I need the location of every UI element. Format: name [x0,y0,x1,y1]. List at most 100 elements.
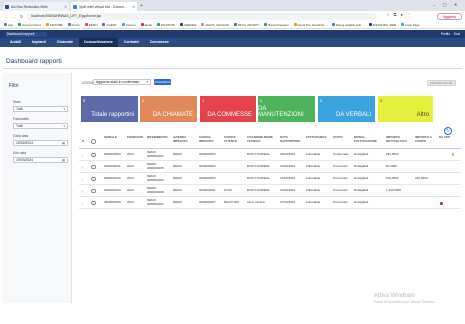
stato-filter-select[interactable]: Tutti ▾ [13,106,68,112]
bookmark-item[interactable]: App [4,23,13,27]
close-window-icon[interactable]: ✕ [454,2,457,7]
column-header[interactable]: MODAL. FATTURAZIONE [354,135,385,143]
bookmark-item[interactable]: Email [140,23,152,27]
bookmark-item[interactable]: Login Page [400,23,420,27]
azione-select[interactable]: Aggiorna stato in confermato ▾ [93,79,151,85]
refresh-icon[interactable]: ↻ [444,127,452,135]
calendar-icon[interactable]: ▦ [62,158,65,164]
pdf-icon[interactable] [440,202,443,205]
expand-row-icon[interactable]: › [82,201,83,205]
star-icon[interactable]: ☆ [386,12,390,17]
logout-link[interactable]: Esci [454,32,460,36]
column-header[interactable]: CODICE CLIENTE [224,135,246,143]
summary-tile[interactable]: 5 Totale rapportini [81,96,138,122]
cell-cliente: BALDI SRL [224,200,240,204]
close-icon[interactable]: ✕ [64,5,67,9]
column-header[interactable]: FATTURABILE [306,135,332,140]
profile-link[interactable]: Profilo [441,32,450,36]
close-icon[interactable]: ✕ [132,5,135,9]
summary-tile[interactable]: 4 DA CHIAMATE [140,96,197,122]
alla-data-input[interactable]: 19/03/2024 ▦ [13,157,68,163]
nav-item[interactable]: Commesse [145,38,174,47]
column-header[interactable]: DATA RAPPORTINO [280,135,305,143]
summary-tile[interactable]: 0 DA VERBALI [318,96,375,122]
cell-azienda: DEMO [173,152,182,156]
select-all-checkbox[interactable] [91,139,96,144]
nav-item[interactable]: Anibili [5,38,26,47]
bookmark-item[interactable]: AZIENDA [179,23,196,27]
nav-item[interactable]: Chiamate [52,38,78,47]
extensions-icon[interactable]: ⧉ [394,12,397,17]
row-select-radio[interactable] [91,176,96,181]
aggiorna-button[interactable]: AGGIORNA [154,79,171,85]
expand-row-icon[interactable]: › [82,177,83,181]
cell-cliente: AYSU [224,188,232,192]
bookmark-item[interactable]: DEMO [84,22,98,27]
row-select-radio[interactable] [91,188,96,193]
bookmark-item[interactable]: Account Client [18,23,41,27]
row-select-radio[interactable] [91,152,96,157]
fatturabile-filter-select[interactable]: Tutti ▾ [13,123,68,129]
reload-icon[interactable]: ↻ [20,14,23,19]
forward-icon[interactable]: → [12,14,16,19]
table-row[interactable]: › 0000000003 2024 DEMO 0000000007 DEMO 0000000… [79,149,461,161]
url-input[interactable]: localhost:8080/AHRWAS_UFT_E/jsp/home.jsp [27,12,377,20]
bookmark-item[interactable]: CLIENT [102,23,117,27]
column-header[interactable]: ESERCIZIO [127,135,146,140]
profile-icon[interactable]: ● [400,12,402,17]
bookmark-item[interactable]: Forms [67,23,80,27]
column-header[interactable]: IMPORTO A CORPO [415,135,438,143]
table-row[interactable]: › 0000000043 2024 DEMO 0000000006 DEMO 0000000… [79,185,461,197]
bookmark-item[interactable]: Banca Pasquini [264,23,289,27]
nav-item[interactable]: Consuntivazione [78,38,118,47]
nav-item[interactable]: Contratti [119,38,144,47]
bookmark-item[interactable]: ADHOCIRS_WEB [368,23,396,27]
sort-icon[interactable]: ⇅ [82,139,85,144]
cell-azienda: DEMO [173,188,182,192]
column-header[interactable]: RIFERIMENTO [147,135,172,140]
calendar-icon[interactable]: ▦ [62,141,65,147]
bookmark-label: DEMO [88,22,98,27]
bookmark-item[interactable]: Debug variabili glob... [331,23,364,27]
table-row[interactable]: › 4000000008 2024 DEMO 0000000004 DEMO 0000000… [79,197,461,209]
column-header[interactable]: DA APP [439,135,459,140]
bookmark-item[interactable]: AGIOS_SALVIANI [201,23,229,27]
column-header[interactable]: STATO [333,135,353,140]
nav-item[interactable]: Impianti [27,38,51,47]
table-row[interactable]: › 0000000042 2024 DEMO 0000000005 DEMO 0000000… [79,173,461,185]
column-header[interactable]: AZIENDA IMPIANTO [173,135,198,143]
dalla-data-input[interactable]: 19/02/2024 ▦ [13,140,68,146]
tile-count: 5 [83,98,86,103]
table-row[interactable]: › 0000000041 2024 DEMO 0000000005 DEMO 0000000… [79,161,461,173]
expand-row-icon[interactable]: › [82,153,83,157]
summary-tile[interactable]: 0 Altro [378,96,433,122]
new-tab-icon[interactable]: + [140,3,143,9]
summary-tile[interactable]: 0 DA MANUTENZIONI [258,96,315,122]
column-header[interactable]: SERIALE [104,135,126,140]
maximize-icon[interactable]: ▢ [443,2,447,7]
bookmark-item[interactable]: INCONTRI [156,23,175,27]
bookmark-item[interactable]: RFCS_INFINITY [233,23,259,27]
browser-tab-2[interactable]: Vpdf web virtual bar - Docum... ✕ [71,2,137,11]
bookmark-icon [233,23,237,26]
bookmark-icon [84,23,88,26]
minimize-icon[interactable]: – [433,2,435,7]
update-button[interactable]: Aggiorna [437,12,462,20]
row-select-radio[interactable] [91,200,96,205]
cell-modal: Dettagliata [354,152,369,156]
summary-tile[interactable]: 1 DA COMMESSE [200,96,256,122]
column-header[interactable]: CODICE IMPIANTO [199,135,223,143]
row-select-radio[interactable] [91,164,96,169]
bookmark-item[interactable]: Giunti The JavaScrip... [293,23,327,27]
menu-icon[interactable]: ⋮ [407,12,411,17]
expand-row-icon[interactable]: › [82,165,83,169]
back-icon[interactable]: ← [4,14,8,19]
app-logo[interactable]: Dashboard rapporti [5,31,47,37]
column-header[interactable]: IMPORTO DETTAGLIATO [386,135,414,143]
browser-tab-1[interactable]: Ad-Hoc Reduction Web ✕ [3,2,69,11]
expand-row-icon[interactable]: › [82,189,83,193]
bookmark-item[interactable]: Internet [121,23,136,27]
bookmark-item[interactable]: SD/TORE [45,23,63,27]
export-excel-button[interactable]: ESPORTA EXCEL [427,80,456,86]
column-header[interactable]: COGNOME-NOME TECNICO [247,135,279,143]
